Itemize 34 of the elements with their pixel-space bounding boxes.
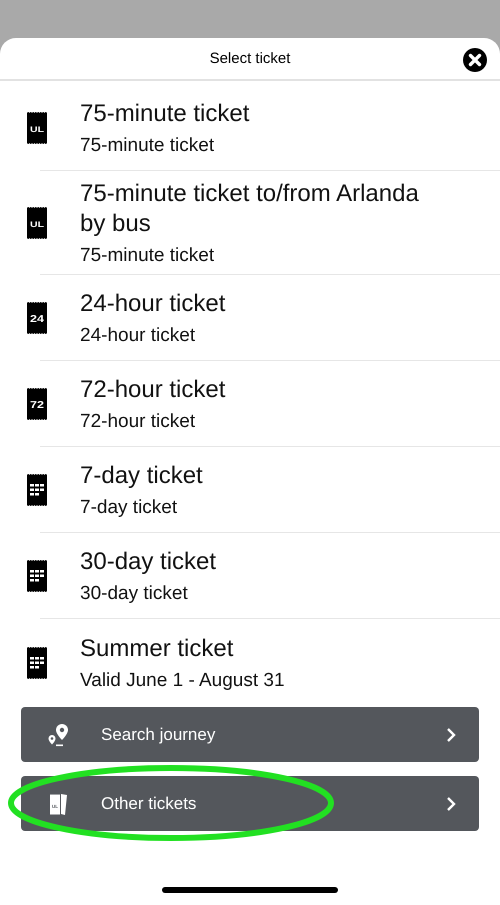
ticket-title: 75-minute ticket to/from Arlanda by bus <box>80 179 420 239</box>
ticket-title: Summer ticket <box>80 634 234 664</box>
ticket-item[interactable]: 72 72-hour ticket 72-hour ticket <box>0 361 500 447</box>
action-button[interactable]: Search journey <box>21 707 479 762</box>
ticket-subtitle: 24-hour ticket <box>80 325 196 347</box>
ticket-item[interactable]: UL 75-minute ticket 75-minute ticket <box>0 85 500 171</box>
ticket-title: 24-hour ticket <box>80 289 226 319</box>
ticket-icon: 24 <box>27 301 47 335</box>
ticket-icon: UL <box>27 111 47 145</box>
ticket-icon <box>27 473 47 507</box>
ticket-icon <box>27 646 47 680</box>
ticket-item[interactable]: 30-day ticket 30-day ticket <box>0 533 500 619</box>
ticket-item[interactable]: Summer ticket Valid June 1 - August 31 <box>0 619 500 707</box>
ticket-title: 30-day ticket <box>80 547 216 577</box>
ticket-item[interactable]: UL 75-minute ticket to/from Arlanda by bus 75-minute ticket <box>0 171 500 275</box>
close-icon[interactable] <box>463 48 487 72</box>
ticket-icon: 72 <box>27 387 47 421</box>
sheet-title: Select ticket <box>210 50 290 67</box>
ticket-subtitle: 72-hour ticket <box>80 411 196 433</box>
ticket-subtitle: 7-day ticket <box>80 497 178 519</box>
ticket-subtitle: 30-day ticket <box>80 583 189 605</box>
ticket-item[interactable]: 7-day ticket 7-day ticket <box>0 447 500 533</box>
ticket-subtitle: 75-minute ticket <box>80 245 216 267</box>
ticket-item[interactable]: 24 24-hour ticket 24-hour ticket <box>0 275 500 361</box>
ticket-subtitle: Valid June 1 - August 31 <box>80 670 285 692</box>
chevron-icon <box>445 726 457 742</box>
ticket-title: 72-hour ticket <box>80 375 226 405</box>
ticket-icon <box>27 559 47 593</box>
location-pin-icon <box>47 722 71 746</box>
ticket-icon: UL <box>27 206 47 240</box>
ticket-subtitle: 75-minute ticket <box>80 135 216 157</box>
ticket-title: 75-minute ticket <box>80 99 250 129</box>
ticket-title: 7-day ticket <box>80 461 203 491</box>
chevron-icon <box>445 796 457 812</box>
